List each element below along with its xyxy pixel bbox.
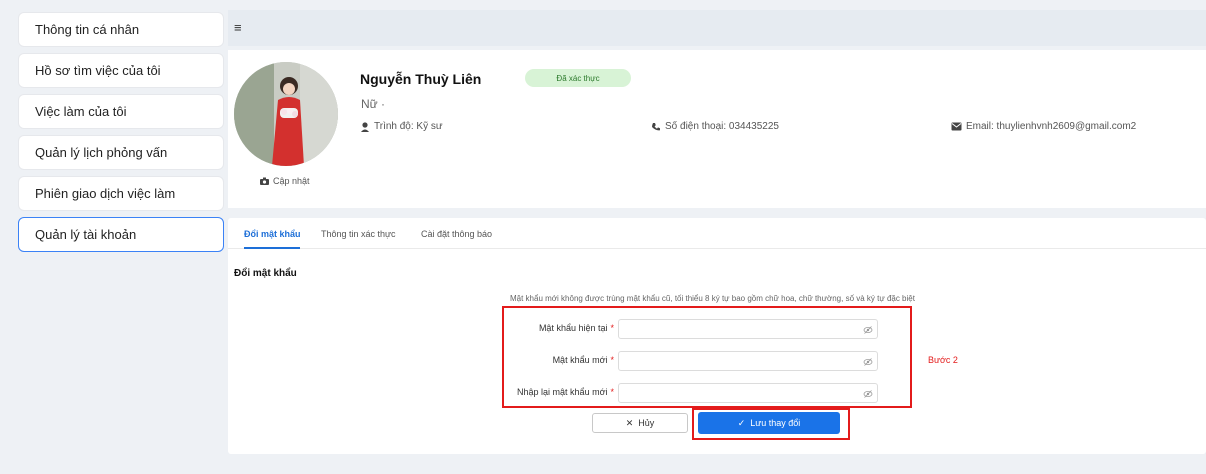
password-hint: Mật khẩu mới không được trùng mật khẩu c… xyxy=(510,294,915,303)
hamburger-menu-icon[interactable]: ≡ xyxy=(234,20,242,35)
cancel-label: Hủy xyxy=(638,418,655,428)
step-label: Bước 2 xyxy=(928,355,958,365)
profile-email-text: Email: thuylienhvnh2609@gmail.com2 xyxy=(966,121,1137,132)
sidebar-item-label: Quản lý tài khoản xyxy=(35,227,137,242)
save-label: Lưu thay đổi xyxy=(750,418,801,428)
tab-notification-settings[interactable]: Cài đặt thông báo xyxy=(421,229,492,239)
sidebar-item-label: Hồ sơ tìm việc của tôi xyxy=(35,63,161,78)
sidebar: Thông tin cá nhân Hồ sơ tìm việc của tôi… xyxy=(18,12,224,258)
tabs: Đổi mật khẩu Thông tin xác thực Cài đặt … xyxy=(228,218,1206,249)
sidebar-item-job-profiles[interactable]: Hồ sơ tìm việc của tôi xyxy=(18,53,224,88)
eye-hidden-icon[interactable] xyxy=(863,389,873,399)
form-title: Đổi mật khẩu xyxy=(234,268,297,279)
sidebar-item-account-management[interactable]: Quản lý tài khoản xyxy=(18,217,224,252)
settings-panel: Đổi mật khẩu Thông tin xác thực Cài đặt … xyxy=(228,218,1206,454)
current-password-label: Mật khẩu hiện tại * xyxy=(538,323,614,333)
update-avatar-button[interactable]: Cập nhật xyxy=(260,176,310,186)
sidebar-item-interview-schedule[interactable]: Quản lý lịch phỏng vấn xyxy=(18,135,224,170)
active-tab-indicator xyxy=(244,247,300,249)
new-password-label: Mật khẩu mới * xyxy=(552,355,614,365)
profile-email: Email: thuylienhvnh2609@gmail.com2 xyxy=(951,121,1136,132)
mail-icon xyxy=(951,122,962,131)
verified-badge: Đã xác thực xyxy=(525,69,631,87)
sidebar-item-personal-info[interactable]: Thông tin cá nhân xyxy=(18,12,224,47)
save-changes-button[interactable]: ✓ Lưu thay đổi xyxy=(698,412,840,434)
tab-change-password[interactable]: Đổi mật khẩu xyxy=(244,229,301,239)
profile-phone-text: Số điện thoại: 034435225 xyxy=(665,121,779,132)
new-password-input[interactable] xyxy=(618,351,878,371)
avatar[interactable] xyxy=(234,62,338,166)
eye-hidden-icon[interactable] xyxy=(863,357,873,367)
top-bar: ≡ xyxy=(228,10,1206,46)
new-password-row: Mật khẩu mới * xyxy=(228,351,904,371)
camera-icon xyxy=(260,177,269,185)
update-label: Cập nhật xyxy=(273,176,310,186)
profile-phone: Số điện thoại: 034435225 xyxy=(651,121,779,132)
profile-level: Trình độ: Kỹ sư xyxy=(360,121,443,132)
close-icon: ✕ xyxy=(625,417,634,428)
confirm-password-label: Nhập lại mật khẩu mới * xyxy=(517,387,614,397)
sidebar-item-job-fair[interactable]: Phiên giao dịch việc làm xyxy=(18,176,224,211)
check-icon: ✓ xyxy=(737,417,746,428)
profile-name: Nguyễn Thuỳ Liên xyxy=(360,71,482,87)
confirm-password-input[interactable] xyxy=(618,383,878,403)
eye-hidden-icon[interactable] xyxy=(863,325,873,335)
confirm-password-row: Nhập lại mật khẩu mới * xyxy=(228,383,904,403)
phone-icon xyxy=(652,122,660,130)
tab-verification-info[interactable]: Thông tin xác thực xyxy=(321,229,396,239)
profile-card: Cập nhật Nguyễn Thuỳ Liên Đã xác thực Nữ… xyxy=(228,50,1206,208)
profile-gender: Nữ · xyxy=(361,97,386,111)
graduation-icon xyxy=(361,121,369,132)
avatar-photo xyxy=(234,62,338,166)
sidebar-item-label: Việc làm của tôi xyxy=(35,104,127,119)
sidebar-item-label: Thông tin cá nhân xyxy=(35,22,140,37)
cancel-button[interactable]: ✕ Hủy xyxy=(592,413,688,433)
profile-level-text: Trình độ: Kỹ sư xyxy=(374,121,443,132)
sidebar-item-label: Phiên giao dịch việc làm xyxy=(35,186,176,201)
current-password-input[interactable] xyxy=(618,319,878,339)
sidebar-item-my-jobs[interactable]: Việc làm của tôi xyxy=(18,94,224,129)
current-password-row: Mật khẩu hiện tại * xyxy=(228,319,904,339)
sidebar-item-label: Quản lý lịch phỏng vấn xyxy=(35,145,168,160)
